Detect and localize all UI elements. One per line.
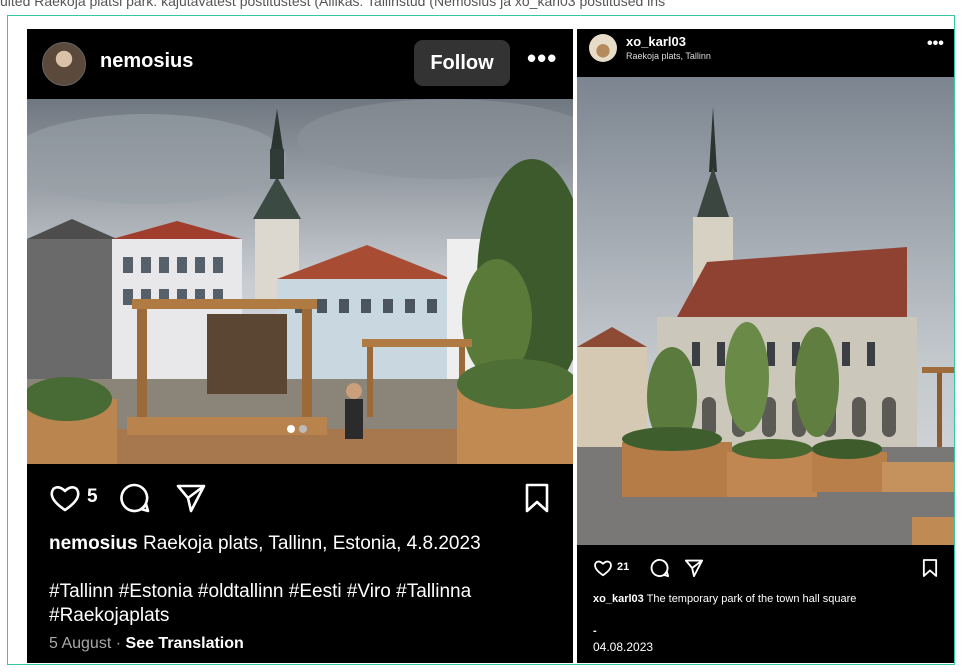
like-count: 21 [617, 561, 630, 573]
more-options-icon[interactable]: ••• [927, 35, 944, 53]
post-photo[interactable] [577, 77, 954, 545]
instagram-post-nemosius: nemosius Follow ••• 5 nemosius Raekoja p… [27, 29, 573, 663]
comment-icon[interactable] [650, 558, 670, 578]
avatar[interactable] [42, 42, 86, 86]
caption-dash: - [593, 625, 597, 637]
see-translation-link[interactable]: See Translation [126, 635, 244, 652]
username[interactable]: xo_karl03 [626, 34, 686, 49]
more-options-icon[interactable]: ••• [527, 43, 557, 74]
post-date: 5 August [49, 635, 112, 652]
share-icon[interactable] [684, 558, 704, 578]
heart-icon[interactable] [593, 559, 613, 577]
carousel-dots [287, 420, 311, 433]
caption-text: The temporary park of the town hall squa… [646, 593, 857, 605]
post-actions: 5 [27, 479, 573, 519]
username[interactable]: nemosius [100, 50, 193, 73]
share-icon[interactable] [175, 482, 207, 514]
post-date-line: 5 August · See Translation [49, 635, 244, 653]
comment-icon[interactable] [119, 482, 151, 514]
post-photo[interactable] [27, 99, 573, 464]
like-count: 5 [87, 486, 98, 507]
bookmark-icon[interactable] [524, 482, 550, 514]
avatar[interactable] [589, 34, 617, 62]
post-header: nemosius Follow ••• [27, 29, 573, 99]
caption-text: Raekoja plats, Tallinn, Estonia, 4.8.202… [142, 533, 481, 554]
post-actions: 21 [577, 557, 954, 581]
post-date: 04.08.2023 [593, 640, 654, 654]
location[interactable]: Raekoja plats, Tallinn [626, 51, 711, 61]
post-caption: xo_karl03 The temporary park of the town… [593, 592, 933, 606]
separator: · [115, 635, 122, 652]
follow-button[interactable]: Follow [414, 40, 510, 86]
instagram-post-xo-karl03: xo_karl03 Raekoja plats, Tallinn ••• 21 … [577, 29, 954, 663]
bookmark-icon[interactable] [922, 558, 938, 578]
hashtags[interactable]: #Tallinn #Estonia #oldtallinn #Eesti #Vi… [49, 580, 554, 628]
figure-caption: ulted Raekoja platsi park: kajutavatest … [0, 0, 666, 9]
caption-username[interactable]: xo_karl03 [593, 593, 644, 605]
heart-icon[interactable] [49, 483, 81, 513]
post-caption: nemosius Raekoja plats, Tallinn, Estonia… [49, 532, 559, 556]
caption-username[interactable]: nemosius [49, 533, 138, 554]
